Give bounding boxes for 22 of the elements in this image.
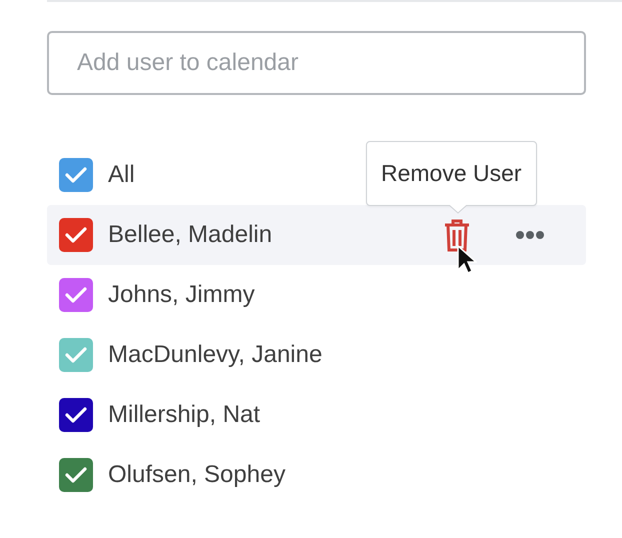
user-name: Bellee, Madelin: [108, 221, 272, 249]
tooltip: Remove User: [366, 141, 537, 206]
user-name: Olufsen, Sophey: [108, 461, 286, 489]
check-icon: [65, 406, 87, 424]
check-icon: [65, 166, 87, 184]
check-icon: [65, 346, 87, 364]
checkbox[interactable]: [59, 458, 93, 492]
check-icon: [65, 286, 87, 304]
checkbox[interactable]: [59, 338, 93, 372]
check-icon: [65, 466, 87, 484]
checkbox[interactable]: [59, 218, 93, 252]
checkbox[interactable]: [59, 158, 93, 192]
checkbox[interactable]: [59, 278, 93, 312]
trash-icon[interactable]: [443, 218, 471, 252]
user-name: Millership, Nat: [108, 401, 260, 429]
checkbox[interactable]: [59, 398, 93, 432]
check-icon: [65, 226, 87, 244]
user-name: MacDunlevy, Janine: [108, 341, 322, 369]
more-icon[interactable]: [515, 230, 545, 240]
add-user-field[interactable]: Add user to calendar: [47, 31, 586, 95]
user-name: Johns, Jimmy: [108, 281, 255, 309]
user-name: All: [108, 161, 135, 189]
